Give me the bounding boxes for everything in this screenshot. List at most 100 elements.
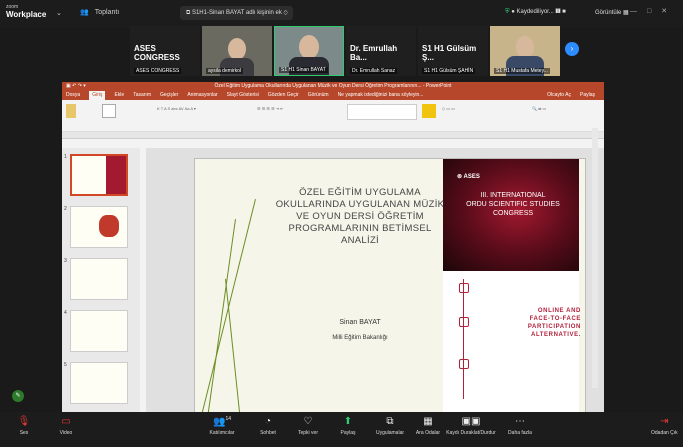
chevron-icon: ⊙: [283, 10, 288, 16]
participant-label: Dr. Emrullah Sanaz: [350, 68, 398, 74]
slide-thumbnail-4[interactable]: [70, 310, 128, 352]
slide-title-line: OKULLARINDA UYGULANAN MÜZİK: [275, 199, 445, 210]
calendar-icon: [459, 317, 469, 327]
pause-record-icon: ❚❚ ■: [555, 9, 566, 15]
home-meeting-button[interactable]: 👥 Toplantı: [74, 8, 119, 16]
grid-icon: ▦: [623, 10, 629, 16]
view-button[interactable]: Görüntüle ▦: [595, 9, 629, 16]
poster-participation-text: ONLINE AND FACE-TO-FACE PARTICIPATION AL…: [527, 308, 581, 338]
more-icon: ⋯: [515, 416, 525, 427]
participants-button[interactable]: 👥14 Katılımcılar: [204, 416, 240, 436]
paste-icon[interactable]: [66, 104, 76, 118]
slide-title-line: PROGRAMLARININ BETİMSEL: [288, 223, 432, 234]
tab-review[interactable]: Gözden Geçir: [268, 91, 299, 100]
tab-design[interactable]: Tasarım: [133, 91, 151, 100]
leave-meeting-button[interactable]: ⇥ Odadan Çık: [651, 416, 678, 436]
participant-tile[interactable]: S1 H1 Mustafa Metey...: [490, 26, 560, 76]
arrange-icon[interactable]: [422, 104, 436, 118]
vertical-scrollbar[interactable]: [592, 128, 598, 388]
video-off-icon: ▭: [61, 416, 71, 427]
participant-face: [516, 36, 534, 58]
meeting-title: S1H1-Sinan BAYAT adlı kişinin ek: [191, 10, 282, 16]
participant-tile[interactable]: aysila demirkol: [202, 26, 272, 76]
participant-tile[interactable]: ASES CONGRESS ASES CONGRESS: [130, 26, 200, 76]
poster-congress-title: III. INTERNATIONAL ORDU SCIENTIFIC STUDI…: [466, 192, 560, 217]
reaction-icon[interactable]: ✎: [12, 390, 24, 402]
mic-off-icon: 🎙: [17, 416, 31, 427]
participant-big-name: S1 H1 Gülsüm Ş...: [422, 44, 477, 62]
slide-author[interactable]: Sinan BAYAT: [305, 319, 415, 326]
font-controls[interactable]: K T A S abc AV Aa A ▾: [157, 106, 196, 111]
share-button[interactable]: ⬆ Paylaş: [330, 416, 366, 436]
tab-transitions[interactable]: Geçişler: [160, 91, 178, 100]
paragraph-controls[interactable]: ☰ ☰ ☰ ☰ ⇥ ⇤: [257, 106, 284, 111]
shield-icon: ⛨: [505, 9, 510, 15]
tab-animations[interactable]: Animasyonlar: [187, 91, 217, 100]
apps-icon: ⧉: [386, 416, 394, 427]
zoom-product-name: Workplace: [6, 10, 47, 19]
participant-label: S1 H1 Mustafa Metey...: [494, 68, 550, 74]
participant-face: [299, 35, 319, 59]
participant-tile-active[interactable]: S1 H1 Sinan BAYAT: [274, 26, 344, 76]
participant-tile[interactable]: Dr. Emrullah Ba... Dr. Emrullah Sanaz: [346, 26, 416, 76]
congress-poster-image[interactable]: ⊚ ASES III. INTERNATIONAL ORDU SCIENTIFI…: [443, 159, 581, 412]
powerpoint-window: ▣ ↶ ↷ ▾ Özel Eğitim Uygulama Okullarında…: [62, 82, 604, 412]
ppt-title-bar: ▣ ↶ ↷ ▾ Özel Eğitim Uygulama Okullarında…: [62, 82, 604, 91]
tab-insert[interactable]: Ekle: [114, 91, 124, 100]
shapes-gallery[interactable]: [347, 104, 417, 120]
audio-button[interactable]: 🎙 Ses: [6, 416, 42, 436]
zoom-meeting-controls: 🎙 Ses ▭ Video 👥14 Katılımcılar ◔ Sohbet ♡ Tep…: [0, 412, 683, 447]
slide-number: 5: [64, 362, 67, 368]
slide-thumbnail-2[interactable]: [70, 206, 128, 248]
participant-count: 14: [225, 416, 231, 422]
ppt-user[interactable]: Olcayto Aç: [547, 91, 571, 100]
chevron-down-icon[interactable]: ⌄: [56, 9, 62, 17]
ppt-window-title: Özel Eğitim Uygulama Okullarında Uygulan…: [214, 83, 452, 89]
slide-title[interactable]: ÖZEL EĞİTİM UYGULAMA OKULLARINDA UYGULAN…: [265, 187, 455, 247]
tab-file[interactable]: Dosya: [66, 91, 80, 100]
new-slide-icon[interactable]: [102, 104, 116, 118]
tab-slideshow[interactable]: Slayt Gösterisi: [227, 91, 259, 100]
breakout-rooms-button[interactable]: ▦ Ara Odalar: [410, 416, 446, 436]
video-button[interactable]: ▭ Video: [48, 416, 84, 436]
slide-thumbnail-3[interactable]: [70, 258, 128, 300]
slide-thumbnails-pane: 1 2 3 4 5: [62, 148, 140, 412]
current-slide[interactable]: ÖZEL EĞİTİM UYGULAMA OKULLARINDA UYGULAN…: [194, 158, 586, 412]
chat-icon: ◔: [264, 416, 272, 427]
tell-me-search[interactable]: Ne yapmak istediğinizi bana söyleyin...: [338, 91, 424, 100]
more-button[interactable]: ⋯ Daha fazla: [502, 416, 538, 436]
participant-face: [228, 38, 246, 60]
participant-label: aysila demirkol: [206, 68, 244, 74]
slide-thumbnail-5[interactable]: [70, 362, 128, 404]
pause-icon: ▣▣: [461, 416, 481, 427]
apps-button[interactable]: ⧉ Uygulamalar: [372, 416, 408, 436]
zoom-logo: zoom Workplace: [6, 3, 46, 19]
tab-home[interactable]: Giriş: [89, 91, 106, 100]
window-controls[interactable]: —□✕: [630, 7, 677, 15]
next-participants-button[interactable]: ›: [565, 42, 579, 56]
recording-label: Kaydediliyor...: [516, 9, 554, 15]
chat-button[interactable]: ◔ Sohbet: [250, 416, 286, 436]
pause-stop-recording-button[interactable]: ▣▣ Kaydı Duraklat/Durdur: [446, 416, 496, 436]
slide-organization[interactable]: Milli Eğitim Bakanlığı: [305, 335, 415, 341]
meeting-title-pill[interactable]: ⧉ S1H1-Sinan BAYAT adlı kişinin ek ⊙: [180, 6, 294, 20]
poster-timeline-line: [463, 279, 464, 399]
participant-tile[interactable]: S1 H1 Gülsüm Ş... S1 H1 Gülsüm ŞAHİN: [418, 26, 488, 76]
decorative-line: [205, 219, 236, 412]
react-button[interactable]: ♡ Tepki ver: [290, 416, 326, 436]
poster-header: ⊚ ASES III. INTERNATIONAL ORDU SCIENTIFI…: [443, 159, 579, 271]
slide-number: 4: [64, 310, 67, 316]
tab-view[interactable]: Görünüm: [308, 91, 329, 100]
slide-editing-canvas: ÖZEL EĞİTİM UYGULAMA OKULLARINDA UYGULAN…: [146, 148, 604, 412]
slide-thumbnail-1[interactable]: [70, 154, 128, 196]
recording-status[interactable]: ⛨ ● Kaydediliyor... ❚❚ ■: [505, 9, 566, 16]
people-icon: 👥: [80, 9, 89, 16]
ases-logo: ⊚ ASES: [457, 174, 480, 180]
ppt-share-button[interactable]: Paylaş: [580, 91, 595, 100]
decorative-line: [225, 278, 242, 412]
view-label: Görüntüle: [595, 10, 622, 16]
quick-access-icons[interactable]: ▣ ↶ ↷ ▾: [66, 82, 86, 91]
slide-title-line: ÖZEL EĞİTİM UYGULAMA: [299, 187, 421, 198]
shape-format-controls[interactable]: ◇ ▭ ▭: [442, 106, 455, 111]
find-replace-controls[interactable]: 🔍 ⇄ ▭: [532, 106, 546, 111]
